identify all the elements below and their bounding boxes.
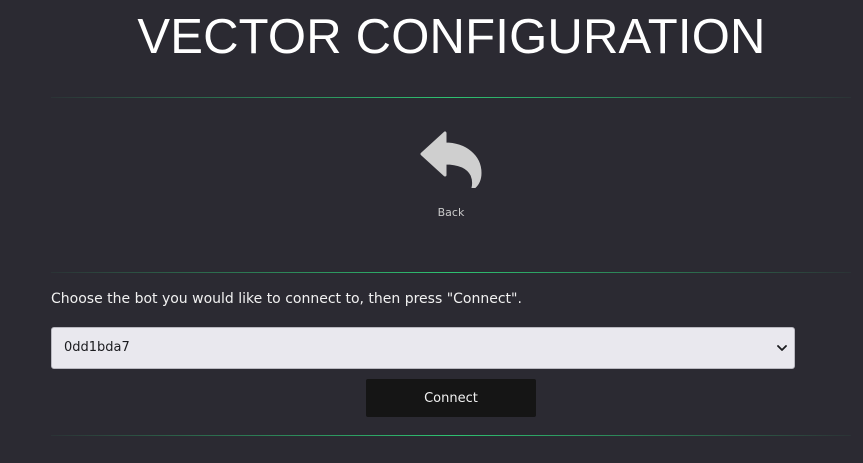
instruction-text: Choose the bot you would like to connect…: [51, 291, 522, 307]
bot-select[interactable]: 0dd1bda7: [51, 327, 795, 369]
chevron-down-icon: [777, 345, 787, 351]
divider-bottom: [51, 435, 851, 436]
bot-select-value: 0dd1bda7: [64, 340, 130, 355]
divider-middle: [51, 272, 851, 273]
back-label: Back: [437, 206, 465, 219]
page-title: VECTOR CONFIGURATION: [137, 10, 766, 64]
connect-button[interactable]: Connect: [366, 379, 536, 417]
back-arrow-icon: [420, 131, 482, 188]
vector-configuration-page: VECTOR CONFIGURATION Back Choose the bot…: [0, 0, 863, 463]
back-button[interactable]: Back: [405, 125, 497, 225]
divider-top: [51, 97, 851, 98]
